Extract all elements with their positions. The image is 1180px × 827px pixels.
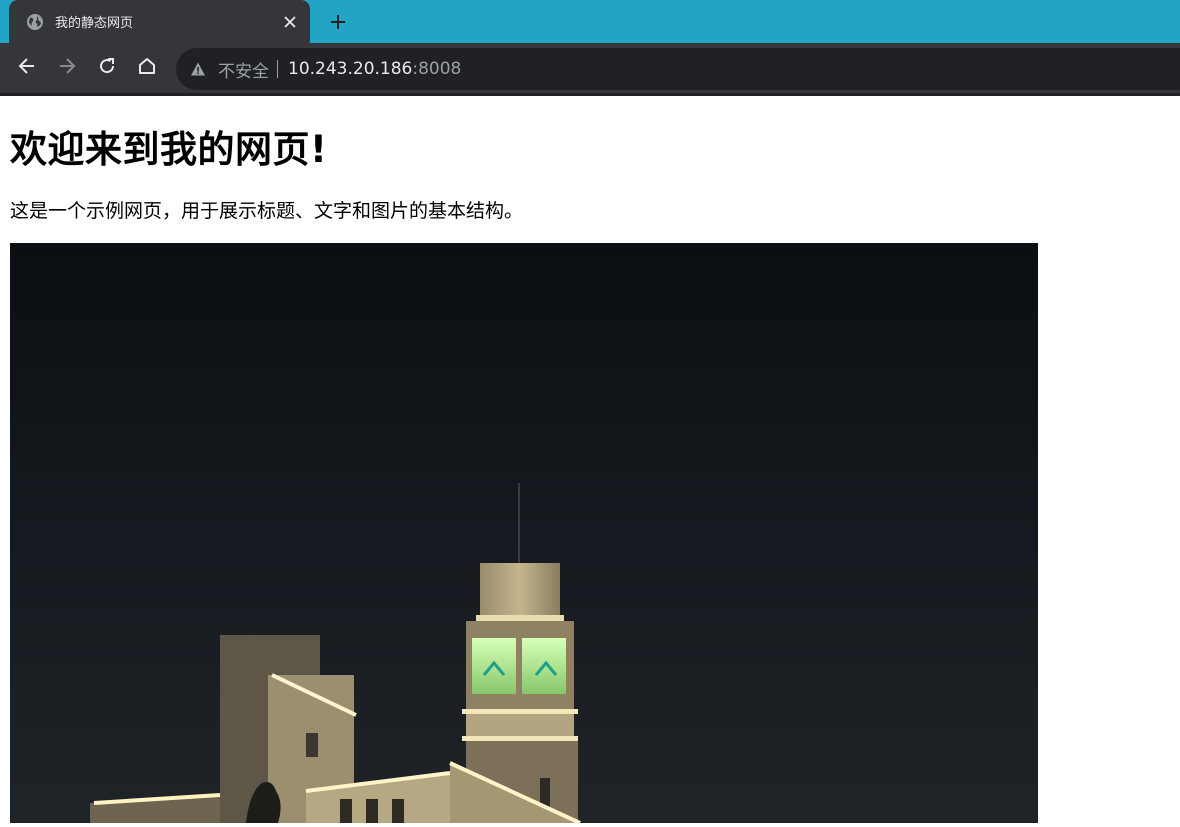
- url-port[interactable]: :8008: [412, 59, 461, 79]
- home-button[interactable]: [130, 51, 164, 85]
- forward-button[interactable]: [50, 51, 84, 85]
- globe-icon: [26, 13, 44, 31]
- reload-icon: [97, 56, 117, 80]
- home-icon: [137, 56, 157, 80]
- page-title: 欢迎来到我的网页!: [10, 128, 328, 171]
- address-bar[interactable]: 不安全 10.243.20.186 :8008: [176, 48, 1180, 90]
- address-separator: [277, 60, 278, 78]
- page-description: 这是一个示例网页，用于展示标题、文字和图片的基本结构。: [10, 200, 524, 222]
- night-photo-of-clock-tower-building: [10, 243, 1038, 823]
- plus-icon[interactable]: [324, 8, 352, 36]
- close-icon[interactable]: [278, 10, 302, 34]
- arrow-right-icon: [57, 56, 77, 80]
- tab-strip: 我的静态网页: [0, 0, 1180, 43]
- security-label[interactable]: 不安全: [218, 57, 269, 82]
- url-host[interactable]: 10.243.20.186: [288, 59, 412, 79]
- page-content: 欢迎来到我的网页! 这是一个示例网页，用于展示标题、文字和图片的基本结构。: [0, 128, 1180, 823]
- tab-title: 我的静态网页: [55, 16, 134, 31]
- warning-icon[interactable]: [190, 61, 206, 77]
- browser-tab[interactable]: 我的静态网页: [9, 0, 310, 43]
- arrow-left-icon: [17, 56, 37, 80]
- reload-button[interactable]: [90, 51, 124, 85]
- back-button[interactable]: [10, 51, 44, 85]
